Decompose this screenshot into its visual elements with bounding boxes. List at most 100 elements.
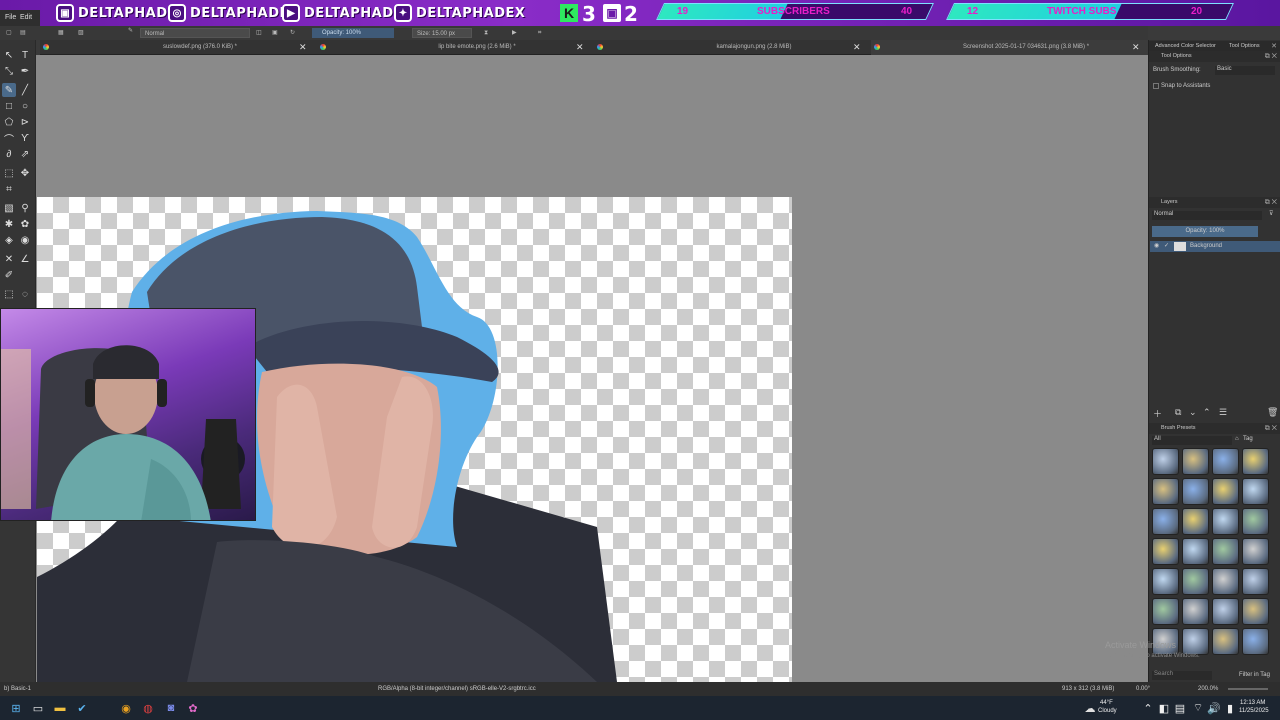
edit-shapes-icon[interactable]: ⤡ [2,64,16,78]
layer-opacity-slider[interactable]: Opacity: 100% [1152,226,1258,237]
blend-mode-select[interactable]: Normal [140,28,250,38]
enclose-fill-icon[interactable]: ◉ [18,233,32,247]
zoom-level[interactable]: 200.0% [1198,682,1218,696]
brush-preset[interactable] [1242,508,1269,535]
close-icon[interactable]: ✕ [1132,40,1140,55]
select-shapes-icon[interactable]: ↖ [2,48,16,62]
battery-icon[interactable]: ▮ [1222,700,1238,716]
brush-preset[interactable] [1212,448,1239,475]
smart-patch-icon[interactable]: ✱ [2,217,16,231]
reload-preset-icon[interactable]: ↻ [290,28,295,38]
tab-lip-bite-emote[interactable]: lip bite emote.png (2.6 MiB) * ✕ [317,40,593,55]
brush-preset[interactable] [1152,568,1179,595]
current-brush-status[interactable]: b) Basic-1 [4,682,31,696]
move-up-icon[interactable]: ⌃ [1203,407,1211,418]
zoom-slider[interactable] [1228,688,1268,690]
brush-preset[interactable] [1212,538,1239,565]
brush-preset[interactable] [1152,598,1179,625]
play-icon[interactable]: ▶ [512,28,517,38]
opacity-slider[interactable]: Opacity: 100% [312,28,394,38]
file-explorer-icon[interactable]: ▬ [52,700,68,716]
clock-date[interactable]: 11/25/2025 [1239,708,1269,714]
close-icon[interactable]: ✕ [576,40,584,55]
menu-file[interactable]: File [5,14,16,21]
tab-suslowdef[interactable]: suslowdef.png (376.0 KiB) * ✕ [40,40,316,55]
snap-checkbox[interactable] [1153,83,1159,89]
bezier-tool-icon[interactable]: ⌒ [2,131,16,146]
brush-preset[interactable] [1152,538,1179,565]
obs-icon[interactable]: ◍ [140,700,156,716]
wrap-around-icon[interactable]: ⌗ [538,28,541,38]
weather-temp[interactable]: 44°F [1100,700,1113,706]
crop-tool-icon[interactable]: ⌗ [2,182,16,196]
mirror-horizontal-icon[interactable]: ⧗ [484,28,488,38]
close-icon[interactable]: ⧉ ✕ [1265,51,1277,62]
brush-preset[interactable] [1182,568,1209,595]
brush-preset[interactable] [1152,448,1179,475]
weather-icon[interactable]: ☁ [1082,700,1098,716]
brush-preset[interactable] [1212,508,1239,535]
new-document-icon[interactable]: ▢ [6,28,12,38]
brush-preset[interactable] [1182,448,1209,475]
brush-preset[interactable] [1212,598,1239,625]
color-picker-icon[interactable]: ⚲ [18,201,32,215]
brush-preset[interactable] [1242,478,1269,505]
task-view-icon[interactable]: ▭ [30,700,46,716]
windows-start-icon[interactable]: ⊞ [8,700,24,716]
app-icon[interactable]: ✔ [74,700,90,716]
save-icon[interactable]: ▦ [58,28,64,38]
brush-preset[interactable] [1242,628,1269,655]
brush-smoothing-select[interactable]: Basic [1215,66,1275,75]
layer-blend-select[interactable]: Normal [1152,211,1262,220]
tab-advanced-color-selector[interactable]: Advanced Color Selector [1155,43,1216,49]
brush-preset[interactable] [1182,598,1209,625]
tag-label[interactable]: Tag [1243,436,1253,442]
filter-in-tag-checkbox[interactable]: Filter in Tag [1239,672,1270,678]
close-icon[interactable]: ✕ [853,40,861,55]
menu-edit[interactable]: Edit [20,14,32,21]
volume-icon[interactable]: 🔊 [1206,700,1222,716]
krita-icon[interactable]: ✿ [185,700,201,716]
brush-preset[interactable] [1212,628,1239,655]
brush-preset[interactable] [1152,478,1179,505]
polyline-tool-icon[interactable]: ⊳ [18,115,32,129]
brush-preset[interactable] [1242,598,1269,625]
dynamic-brush-icon[interactable]: ∂ [2,147,16,161]
tab-screenshot[interactable]: Screenshot 2025-01-17 034631.png (3.8 Mi… [871,40,1148,55]
tray-app-icon[interactable]: ◧ [1156,700,1172,716]
text-tool-icon[interactable]: T [18,48,32,62]
brush-preset[interactable] [1212,478,1239,505]
rectangle-tool-icon[interactable]: □ [2,99,16,113]
reference-tool-icon[interactable]: ✐ [2,268,16,282]
brush-preset[interactable] [1182,538,1209,565]
colorize-mask-icon[interactable]: ✿ [18,217,32,231]
freehand-brush-icon[interactable]: ✎ [2,83,16,97]
rotation-status[interactable]: 0.00° [1136,682,1150,696]
brush-preset[interactable] [1242,448,1269,475]
tab-kamalajongun[interactable]: kamalajongun.png (2.8 MiB) ✕ [594,40,870,55]
clock-time[interactable]: 12:13 AM [1240,700,1265,706]
calligraphy-icon[interactable]: ✒ [18,64,32,78]
multibrush-icon[interactable]: ⇗ [18,147,32,161]
preserve-alpha-icon[interactable]: ▣ [272,28,278,38]
assistant-tool-icon[interactable]: ✕ [2,252,16,266]
brush-preset[interactable] [1242,538,1269,565]
brush-preset[interactable] [1212,568,1239,595]
move-tool-icon[interactable]: ✥ [18,166,32,180]
ellipse-select-icon[interactable]: ◌ [18,287,32,301]
fill-gradient-icon[interactable]: ▨ [78,28,84,38]
tray-overflow-icon[interactable]: ⌃ [1140,700,1156,716]
line-tool-icon[interactable]: ╱ [18,83,32,97]
move-down-icon[interactable]: ⌄ [1189,407,1197,418]
network-icon[interactable]: ⌔ [1190,700,1206,716]
weather-desc[interactable]: Cloudy [1098,708,1117,714]
filter-icon[interactable]: ⊽ [1269,210,1273,217]
brush-preset[interactable] [1242,568,1269,595]
chrome-icon[interactable]: ◉ [118,700,134,716]
ellipse-tool-icon[interactable]: ○ [18,99,32,113]
erase-mode-icon[interactable]: ◫ [256,28,262,38]
open-icon[interactable]: ▤ [20,28,26,38]
brush-filter-select[interactable]: All [1152,436,1232,445]
layer-row-background[interactable]: ◉ ✓ Background [1150,241,1280,252]
close-icon[interactable]: ⧉ ✕ [1265,197,1277,208]
